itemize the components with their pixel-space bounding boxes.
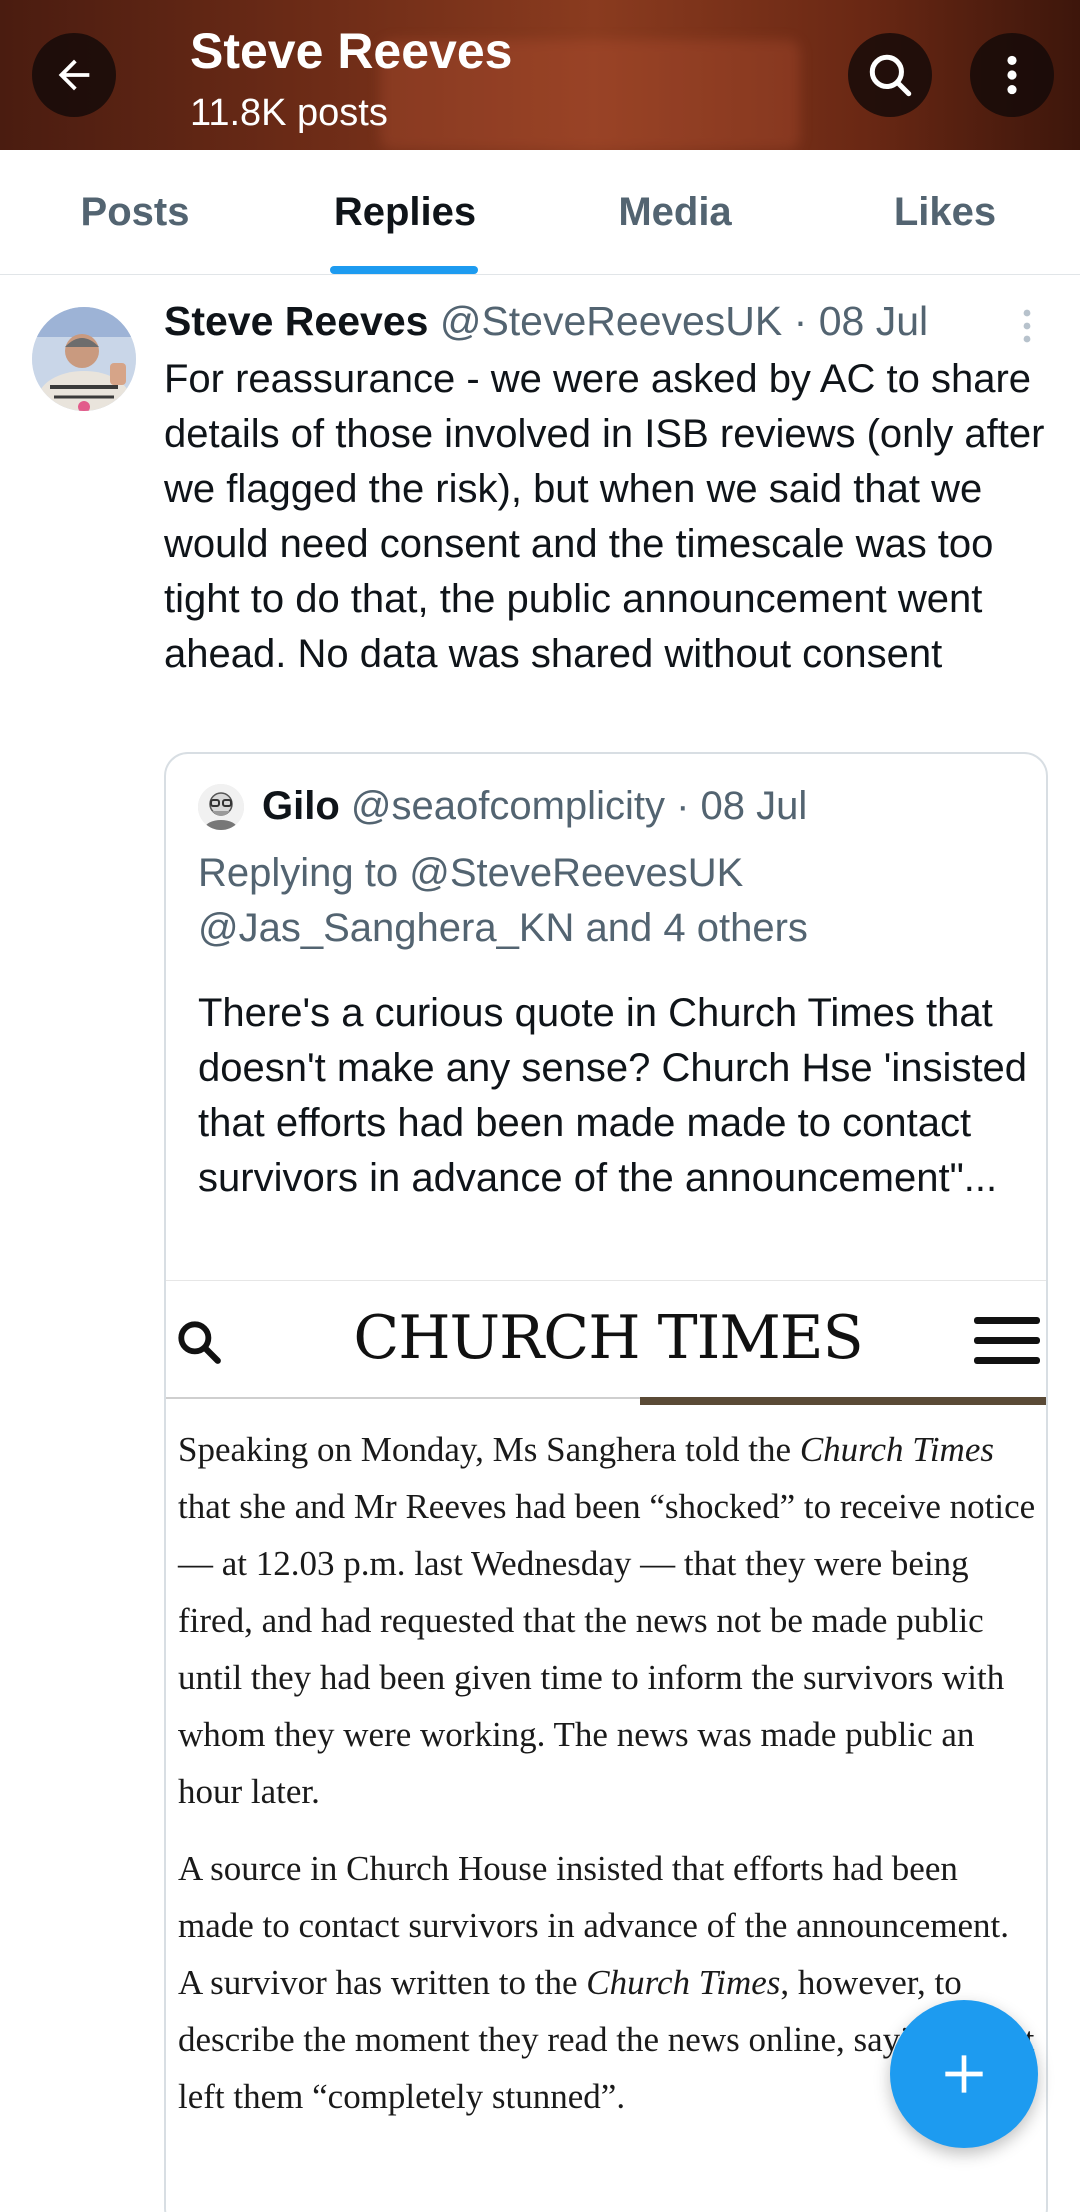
profile-name: Steve Reeves [190,23,513,79]
menu-icon [974,1317,1040,1364]
quote-avatar-photo [198,784,244,830]
church-times-logo: CHURCH TIMES [353,1303,863,1373]
tab-posts[interactable]: Posts [0,150,270,275]
meta-separator: · [782,298,819,344]
back-arrow-icon [58,59,90,91]
more-vertical-icon [1007,55,1017,95]
article-text: Speaking on Monday, Ms Sanghera told the [178,1430,800,1469]
more-options-button[interactable] [970,33,1054,117]
quote-author-name[interactable]: Gilo [262,784,340,828]
tweet-more-button[interactable] [1020,306,1034,351]
tweet-date[interactable]: 08 Jul [819,298,928,344]
more-vertical-icon [1023,309,1031,343]
plus-icon [945,2055,983,2093]
quoted-tweet[interactable]: Gilo @seaofcomplicity · 08 Jul Replying … [164,752,1048,2212]
avatar[interactable] [32,307,136,411]
profile-tabs: Posts Replies Media Likes [0,150,1080,275]
profile-header: Steve Reeves 11.8K posts [0,0,1080,150]
quote-date[interactable]: 08 Jul [701,784,808,828]
quote-header: Gilo @seaofcomplicity · 08 Jul [262,784,807,829]
compose-button[interactable] [890,2000,1038,2148]
quote-author-handle[interactable]: @seaofcomplicity [351,784,665,828]
quote-avatar [198,784,244,830]
church-times-header: CHURCH TIMES [166,1281,1046,1399]
author-handle[interactable]: @SteveReevesUK [440,298,782,344]
quote-text: There's a curious quote in Church Times … [198,991,1028,1200]
article-paragraph-1: Speaking on Monday, Ms Sanghera told the… [178,1421,1038,1820]
article-photo-edge [640,1397,1046,1405]
article-text: that she and Mr Reeves had been “shocked… [178,1487,1036,1811]
tweet-header: Steve Reeves @SteveReevesUK · 08 Jul [164,298,928,345]
search-button[interactable] [848,33,932,117]
post-count: 11.8K posts [190,92,388,134]
tab-likes[interactable]: Likes [810,150,1080,275]
article-emphasis: Church Times [586,1963,781,2002]
tweet-text: For reassurance - we were asked by AC to… [164,357,1045,676]
article-emphasis: Church Times [799,1430,994,1469]
tab-media[interactable]: Media [540,150,810,275]
replying-to-line-2: @Jas_Sanghera_KN and 4 others [198,906,808,950]
quote-meta-separator: · [664,784,701,828]
search-icon [869,54,912,97]
back-button[interactable] [32,33,116,117]
tab-replies[interactable]: Replies [270,150,540,275]
replying-to-line-1: Replying to @SteveReevesUK [198,851,744,895]
replying-to[interactable]: Replying to @SteveReevesUK @Jas_Sanghera… [198,846,808,956]
author-name[interactable]: Steve Reeves [164,298,428,344]
active-tab-indicator [330,266,478,274]
avatar-photo [32,307,136,411]
